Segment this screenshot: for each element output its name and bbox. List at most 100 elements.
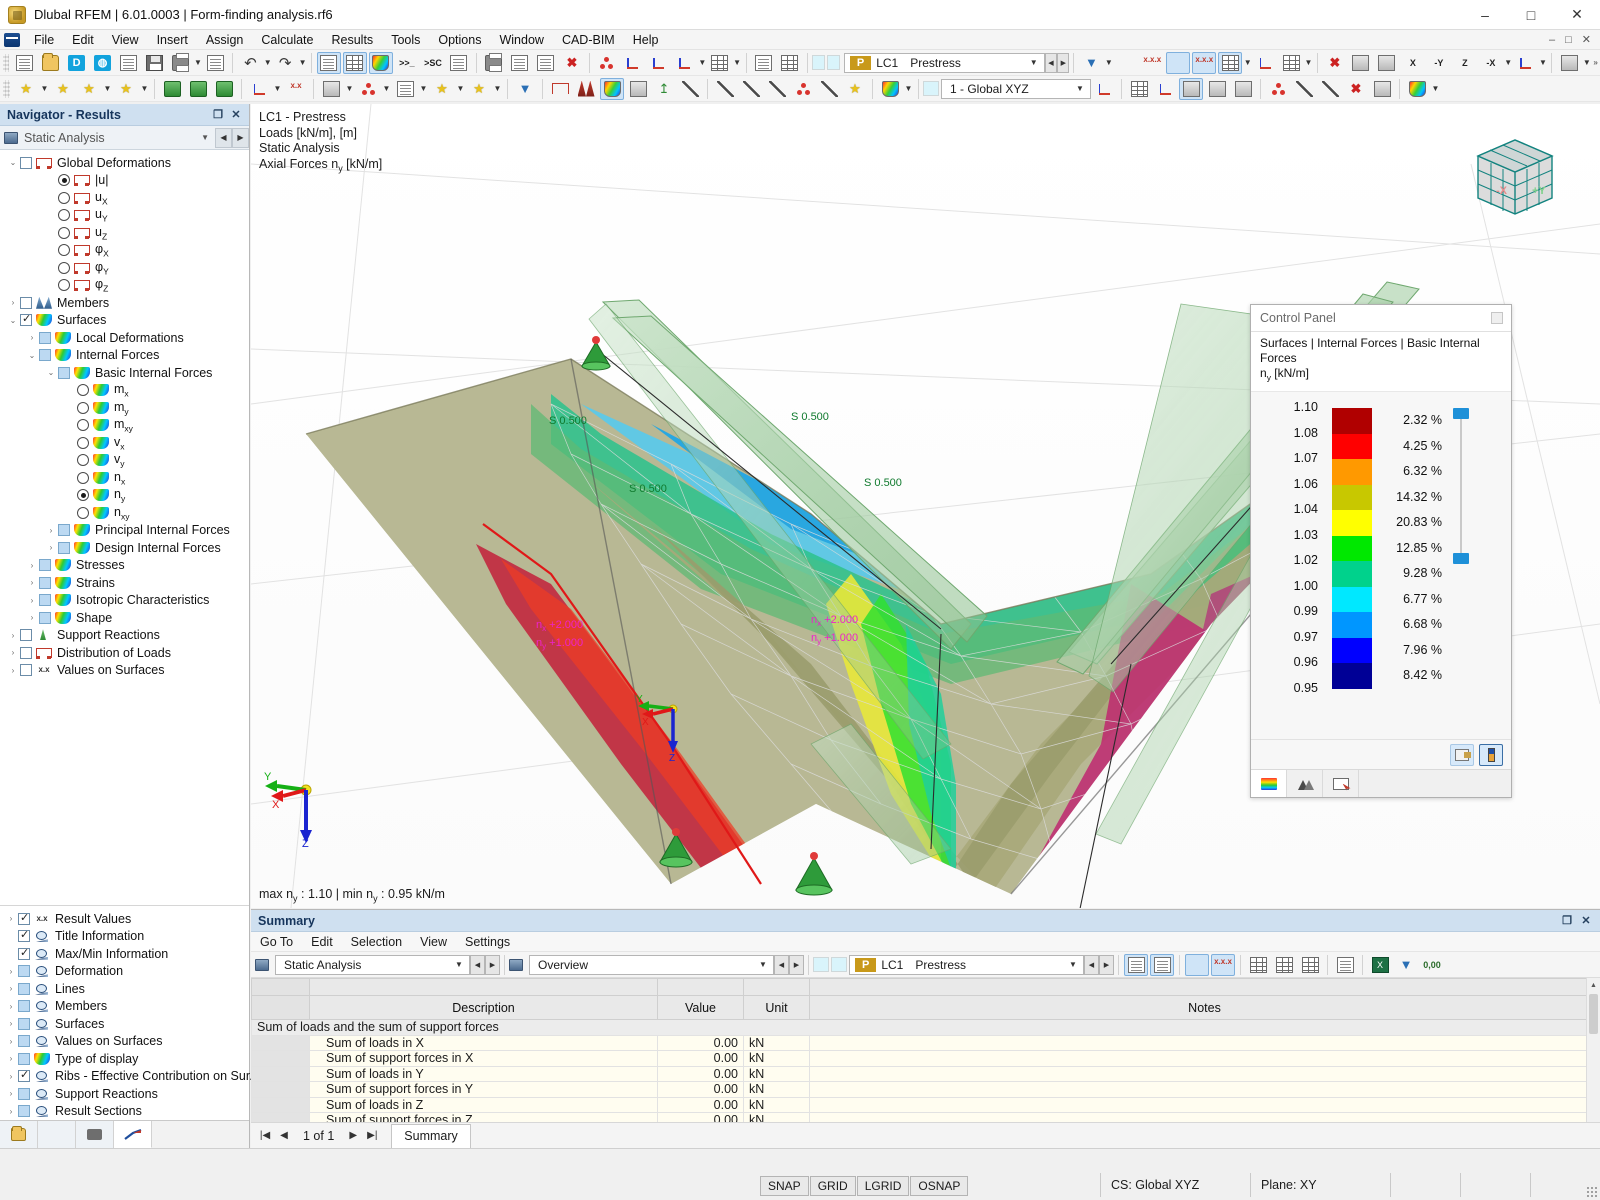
load-case-combo[interactable]: P LC1 Prestress ▼ bbox=[843, 52, 1045, 73]
display-checkbox[interactable] bbox=[18, 1052, 30, 1065]
summary-load-case-combo[interactable]: P LC1 Prestress ▼ bbox=[849, 954, 1084, 975]
column-header-notes[interactable]: Notes bbox=[809, 995, 1600, 1020]
render-quality-icon[interactable] bbox=[1405, 78, 1429, 100]
tree-item-nx[interactable]: nx bbox=[0, 469, 249, 487]
navigator-tab-results[interactable] bbox=[114, 1121, 152, 1148]
color-swatch[interactable] bbox=[1332, 637, 1372, 664]
view-z-icon[interactable]: Z bbox=[1453, 52, 1477, 74]
rigid-link-caret[interactable]: ▼ bbox=[492, 78, 503, 100]
tree-item-internal-forces[interactable]: ⌄ Internal Forces bbox=[0, 347, 249, 365]
new-node-icon[interactable]: ★ bbox=[14, 78, 38, 100]
color-legend-icon[interactable] bbox=[878, 78, 902, 100]
tree-checkbox[interactable] bbox=[39, 611, 51, 624]
tree-item-z[interactable]: φZ bbox=[0, 277, 249, 295]
menu-item-options[interactable]: Options bbox=[429, 31, 490, 49]
summary-menu-selection[interactable]: Selection bbox=[342, 934, 411, 950]
summary-view-combo[interactable]: Overview ▼ bbox=[529, 954, 774, 975]
summary-lc-prev[interactable]: ◀ bbox=[1084, 954, 1099, 975]
display-checkbox[interactable] bbox=[18, 928, 30, 943]
show-supports-icon[interactable]: ↥ bbox=[652, 78, 676, 100]
analysis-next-button[interactable]: ▶ bbox=[232, 127, 249, 148]
chevron-right-icon[interactable]: › bbox=[6, 631, 20, 640]
surface-dropdown-caret[interactable]: ▼ bbox=[139, 78, 150, 100]
object-snap-icon[interactable] bbox=[1266, 78, 1290, 100]
release-icon[interactable]: ★ bbox=[430, 78, 454, 100]
tree-checkbox[interactable] bbox=[58, 541, 70, 554]
display-checkbox[interactable] bbox=[18, 911, 30, 925]
member-divisions-icon[interactable] bbox=[817, 78, 841, 100]
page-first-button[interactable]: |◀ bbox=[257, 1130, 273, 1141]
rigid-link-icon[interactable]: ★ bbox=[467, 78, 491, 100]
clear-filter-icon[interactable]: ▼ bbox=[1079, 52, 1103, 74]
cloud-model-icon[interactable]: ◍ bbox=[91, 52, 115, 74]
measure-icon[interactable] bbox=[621, 52, 645, 74]
tree-item-members[interactable]: › Members bbox=[0, 294, 249, 312]
column-header-description[interactable]: Description bbox=[309, 995, 658, 1020]
result-section-icon[interactable]: ★ bbox=[843, 78, 867, 100]
table-columns-icon[interactable] bbox=[1246, 954, 1270, 976]
tree-item-vy[interactable]: vy bbox=[0, 452, 249, 470]
column-header-value[interactable]: Value bbox=[657, 995, 744, 1020]
view-neg-x-icon[interactable]: -X bbox=[1479, 52, 1503, 74]
script-icon[interactable]: >SC bbox=[421, 52, 445, 74]
coord-system-combo[interactable]: 1 - Global XYZ ▼ bbox=[941, 78, 1091, 99]
navigator-close-button[interactable]: ✕ bbox=[228, 108, 244, 121]
mirror-icon[interactable] bbox=[1318, 78, 1342, 100]
node-dropdown-caret[interactable]: ▼ bbox=[39, 78, 50, 100]
show-lines-icon[interactable] bbox=[678, 78, 702, 100]
color-swatch[interactable] bbox=[1332, 510, 1372, 536]
status-toggle-snap[interactable]: SNAP bbox=[760, 1176, 809, 1196]
support-symbols-icon[interactable] bbox=[791, 78, 815, 100]
display-item-values-on-surfaces[interactable]: › Values on Surfaces bbox=[0, 1033, 249, 1051]
summary-menu-go-to[interactable]: Go To bbox=[251, 934, 302, 950]
minimize-button[interactable]: – bbox=[1462, 0, 1508, 30]
table-row[interactable]: Sum of loads in Z 0.00 kN bbox=[251, 1096, 1600, 1113]
decimal-places-icon[interactable]: 0,00 bbox=[1420, 954, 1444, 976]
chevron-down-icon[interactable]: ▼ bbox=[1072, 84, 1088, 93]
menu-item-view[interactable]: View bbox=[103, 31, 148, 49]
control-panel-close-icon[interactable] bbox=[1491, 312, 1503, 324]
display-item-title-information[interactable]: Title Information bbox=[0, 928, 249, 946]
control-panel[interactable]: Control Panel Surfaces | Internal Forces… bbox=[1250, 304, 1512, 798]
close-button[interactable]: ✕ bbox=[1554, 0, 1600, 30]
contact-caret[interactable]: ▼ bbox=[381, 78, 392, 100]
scroll-thumb[interactable] bbox=[1589, 994, 1598, 1034]
show-deformation-icon[interactable] bbox=[1166, 51, 1191, 74]
color-swatch[interactable] bbox=[1332, 535, 1372, 562]
contact-icon[interactable] bbox=[356, 78, 380, 100]
chevron-down-icon[interactable]: ⌄ bbox=[6, 158, 20, 167]
tree-item-shape[interactable]: › Shape bbox=[0, 609, 249, 627]
table-row[interactable]: Sum of support forces in Z 0.00 kN bbox=[251, 1112, 1600, 1122]
opening-caret[interactable]: ▼ bbox=[418, 78, 429, 100]
display-checkbox[interactable] bbox=[18, 946, 30, 960]
opening-icon[interactable] bbox=[393, 78, 417, 100]
maximize-button[interactable]: □ bbox=[1508, 0, 1554, 30]
tree-radio[interactable] bbox=[77, 454, 89, 467]
printout-report-icon[interactable] bbox=[203, 52, 227, 74]
color-swatch[interactable] bbox=[1332, 586, 1372, 613]
menu-item-assign[interactable]: Assign bbox=[197, 31, 253, 49]
display-checkbox[interactable] bbox=[18, 1087, 30, 1100]
navigator-tab-project[interactable] bbox=[0, 1121, 38, 1148]
mdi-minimize-button[interactable]: – bbox=[1546, 34, 1558, 46]
chevron-down-icon[interactable]: ⌄ bbox=[44, 368, 58, 377]
nodal-support-icon[interactable] bbox=[160, 78, 184, 100]
navigator-float-button[interactable]: ❐ bbox=[210, 108, 226, 121]
tree-item-uy[interactable]: uY bbox=[0, 207, 249, 225]
color-swatch[interactable] bbox=[1332, 612, 1372, 638]
page-last-button[interactable]: ▶| bbox=[364, 1130, 380, 1141]
display-checkbox[interactable] bbox=[18, 1000, 30, 1013]
color-scale-body[interactable]: 1.10 2.32 % 1.08 4.25 % 1.07 6.32 % 1.06 14.32 … bbox=[1251, 392, 1511, 739]
line-support-icon[interactable] bbox=[186, 78, 210, 100]
display-checkbox[interactable] bbox=[18, 1035, 30, 1048]
chevron-right-icon[interactable]: › bbox=[4, 1107, 18, 1116]
color-swatch[interactable] bbox=[1332, 433, 1372, 460]
tree-item-principal-internal-forces[interactable]: › Principal Internal Forces bbox=[0, 522, 249, 540]
toolbar-grip[interactable] bbox=[3, 79, 10, 98]
view-neg-y-icon[interactable]: -Y bbox=[1427, 52, 1451, 74]
tree-radio[interactable] bbox=[77, 401, 89, 414]
perspective-icon[interactable] bbox=[1514, 52, 1538, 74]
tree-checkbox[interactable] bbox=[39, 331, 51, 344]
tree-item-distribution-of-loads[interactable]: › Distribution of Loads bbox=[0, 644, 249, 662]
table-dropdown-caret[interactable]: ▼ bbox=[733, 52, 742, 74]
